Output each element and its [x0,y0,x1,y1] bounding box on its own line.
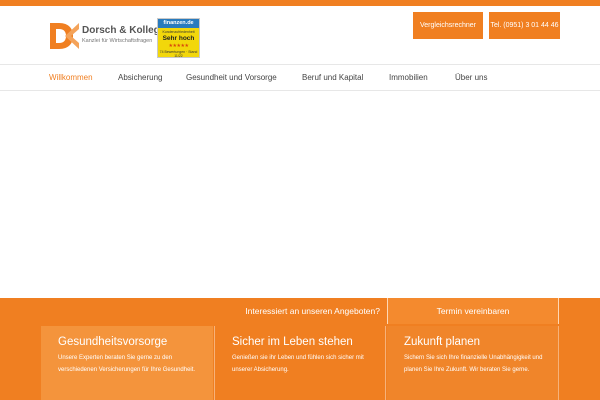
card-gesundheitsvorsorge[interactable]: Gesundheitsvorsorge Unsere Experten bera… [41,326,213,400]
nav-item-absicherung[interactable]: Absicherung [118,65,162,90]
phone-button[interactable]: Tel. (0951) 3 01 44 46 [489,12,560,39]
card-title: Sicher im Leben stehen [232,336,353,348]
cta-question: Interessiert an unseren Angeboten? [245,306,380,316]
card-sicher-im-leben[interactable]: Sicher im Leben stehen Genießen sie ihr … [214,326,386,400]
cta-bar: Interessiert an unseren Angeboten? Termi… [0,298,600,326]
calculator-button[interactable]: Vergleichsrechner [413,12,483,39]
nav-item-immobilien[interactable]: Immobilien [389,65,428,90]
nav-item-willkommen[interactable]: Willkommen [49,65,93,90]
appointment-button[interactable]: Termin vereinbaren [387,298,559,324]
seal-source: finanzen.de [158,19,199,28]
hero-area [0,92,600,298]
nav-item-ueber-uns[interactable]: Über uns [455,65,487,90]
nav-item-beruf-und-kapital[interactable]: Beruf und Kapital [302,65,363,90]
seal-caption: Kundenzufriedenheit [162,30,195,34]
seal-stars-icon: ★★★★★ [168,43,189,49]
logo[interactable]: Dorsch & Kollegen Kanzlei für Wirtschaft… [48,20,171,54]
seal-grade: Sehr hoch [162,35,195,42]
logo-mark-icon [50,23,79,49]
card-text: Sichern Sie sich Ihre finanzielle Unabhä… [404,355,543,373]
card-text: Unsere Experten beraten Sie gerne zu den… [58,355,196,373]
card-text: Genießen sie ihr Leben und fühlen sich s… [232,355,364,373]
feature-cards: Gesundheitsvorsorge Unsere Experten bera… [0,326,600,400]
seal-footer: 74 Bewertungen · Stand 11/22 [159,50,198,58]
trust-seal[interactable]: finanzen.de Kundenzufriedenheit Sehr hoc… [157,18,200,58]
card-title: Gesundheitsvorsorge [58,336,168,348]
brand-tagline: Kanzlei für Wirtschaftsfragen [82,38,153,44]
main-navigation: Willkommen Absicherung Gesundheit und Vo… [0,64,600,91]
card-title: Zukunft planen [404,336,481,348]
site-header: Dorsch & Kollegen Kanzlei für Wirtschaft… [0,6,600,64]
card-zukunft-planen[interactable]: Zukunft planen Sichern Sie sich Ihre fin… [387,326,559,400]
nav-item-gesundheit-und-vorsorge[interactable]: Gesundheit und Vorsorge [186,65,277,90]
seal-body: Kundenzufriedenheit Sehr hoch ★★★★★ 74 B… [158,28,199,58]
